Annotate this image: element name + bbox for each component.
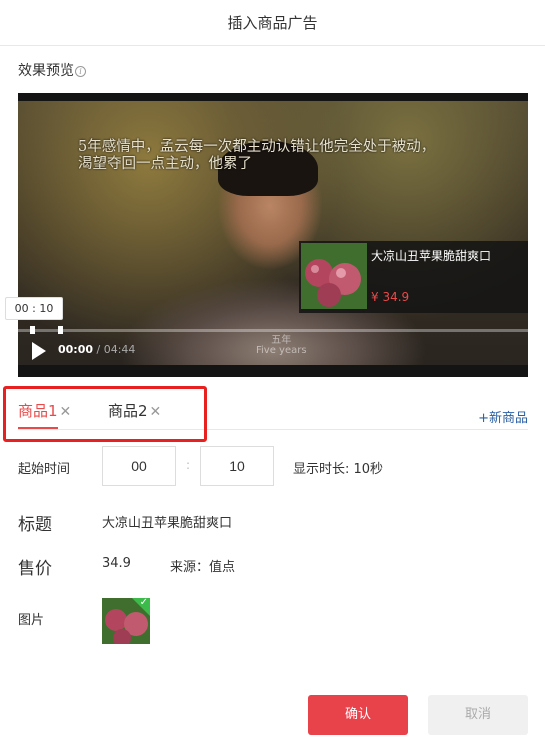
progress-bar[interactable] xyxy=(18,326,528,334)
add-product-button[interactable]: +新商品 xyxy=(478,407,528,426)
time-separator: : xyxy=(186,458,191,472)
price-value[interactable]: 34.9 xyxy=(102,556,131,571)
check-icon: ✓ xyxy=(139,598,148,608)
product-ad-card[interactable]: 大凉山丑苹果脆甜爽口 ¥ 34.9 xyxy=(299,241,528,313)
dialog-title: 插入商品广告 xyxy=(0,0,545,46)
source-text: 来源：值点 xyxy=(170,560,236,575)
time-display: 00:00 / 04:44 xyxy=(58,343,135,356)
video-player[interactable]: 5年感情中，孟云每一次都主动认错让他完全处于被动， 渴望夺回一点主动，他累了 五… xyxy=(18,93,528,377)
time-tooltip: 00 : 10 xyxy=(5,297,63,320)
close-icon[interactable]: ✕ xyxy=(60,404,72,420)
progress-marker[interactable] xyxy=(30,326,35,334)
image-label: 图片 xyxy=(18,613,45,628)
player-controls: 00:00 / 04:44 xyxy=(18,326,528,369)
title-label: 标题 xyxy=(18,515,52,535)
tab-product-1[interactable]: 商品1 ✕ xyxy=(18,400,72,429)
duration-text: 显示时长: 10秒 xyxy=(293,462,384,477)
close-icon[interactable]: ✕ xyxy=(150,404,162,420)
tab-label: 商品2 xyxy=(108,402,148,420)
start-minutes-input[interactable]: 00 xyxy=(102,446,176,486)
video-frame: 5年感情中，孟云每一次都主动认错让他完全处于被动， 渴望夺回一点主动，他累了 五… xyxy=(18,101,528,365)
subtitle-line-1: 5年感情中，孟云每一次都主动认错让他完全处于被动， xyxy=(78,139,436,155)
product-card-price: ¥ 34.9 xyxy=(371,290,410,304)
info-icon[interactable]: i xyxy=(75,66,86,77)
price-label: 售价 xyxy=(18,559,52,579)
tab-label: 商品1 xyxy=(18,402,58,420)
cancel-button[interactable]: 取消 xyxy=(428,695,528,735)
current-time: 00:00 xyxy=(58,343,94,356)
preview-heading: 效果预览 i xyxy=(18,60,86,80)
subtitle-line-2: 渴望夺回一点主动，他累了 xyxy=(78,156,252,172)
play-icon[interactable] xyxy=(32,342,46,360)
product-thumbnail xyxy=(301,243,367,309)
start-time-label: 起始时间 xyxy=(18,462,71,477)
title-value[interactable]: 大凉山丑苹果脆甜爽口 xyxy=(102,512,232,531)
tab-product-2[interactable]: 商品2 ✕ xyxy=(108,400,161,421)
product-tabs: 商品1 ✕ 商品2 ✕ +新商品 xyxy=(0,380,545,430)
tab-divider xyxy=(18,429,528,430)
video-subtitle: 5年感情中，孟云每一次都主动认错让他完全处于被动， 渴望夺回一点主动，他累了 xyxy=(78,139,498,173)
product-image[interactable]: ✓ xyxy=(102,598,150,644)
product-card-name: 大凉山丑苹果脆甜爽口 xyxy=(371,249,492,263)
dialog-footer: 确认 取消 xyxy=(0,652,545,752)
confirm-button[interactable]: 确认 xyxy=(308,695,408,735)
total-time: / 04:44 xyxy=(96,343,136,356)
progress-marker[interactable] xyxy=(58,326,63,334)
start-seconds-input[interactable]: 10 xyxy=(200,446,274,486)
preview-label: 效果预览 xyxy=(18,63,74,79)
